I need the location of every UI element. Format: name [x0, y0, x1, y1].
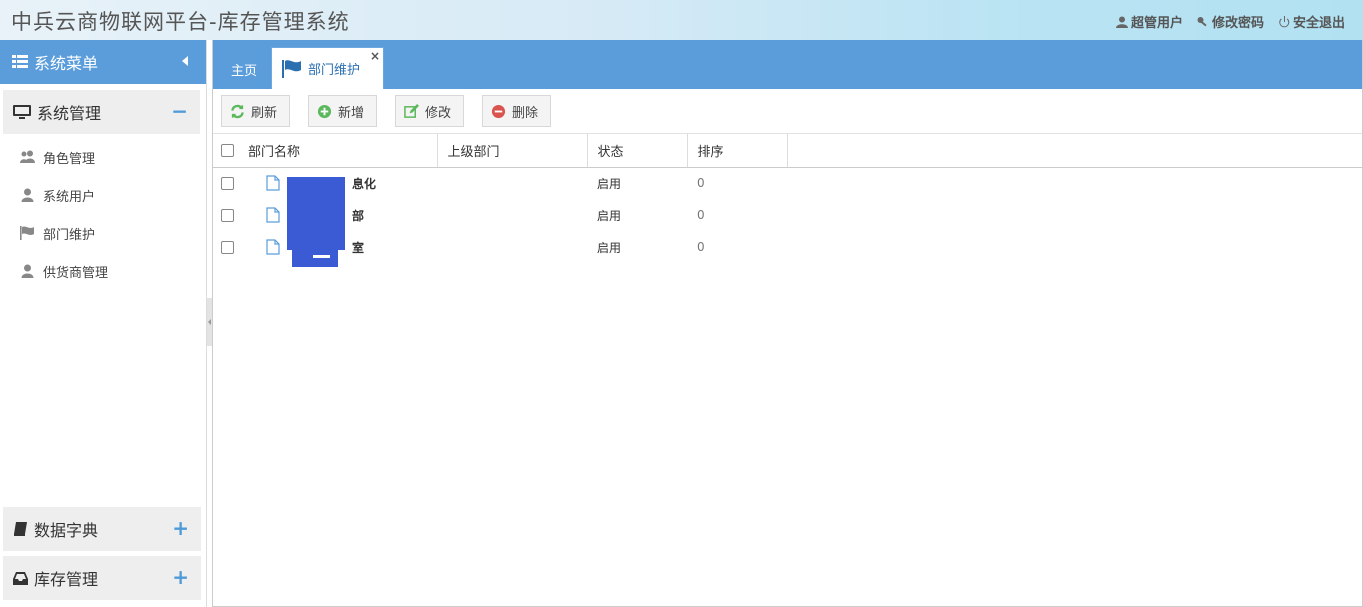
logout-label: 安全退出: [1292, 16, 1345, 31]
refresh-icon: [231, 104, 244, 118]
sidebar-item-label: 角色管理: [43, 151, 96, 167]
department-table: 部门名称 上级部门 状态 排序 息化 启用 0 部 启用 0 室 启用 0: [213, 134, 1362, 263]
filler-cell: [787, 167, 1362, 199]
toolbar: 刷新 新增 修改 删除: [213, 89, 1362, 134]
sidebar-group-system-management[interactable]: 系统管理 −: [3, 90, 200, 134]
table-header-row: 部门名称 上级部门 状态 排序: [213, 134, 1362, 168]
app-title: 中兵云商物联网平台-库存管理系统: [11, 10, 350, 34]
main-panel: 主页 部门维护 × 刷新 新增 修改 删除 部门名称 上级部门 状态 排序 息化…: [212, 40, 1363, 607]
column-header[interactable]: 状态: [587, 134, 688, 168]
status-cell: 启用: [597, 176, 622, 191]
user-menu-link[interactable]: 超管用户: [1115, 12, 1183, 31]
row-checkbox[interactable]: [221, 177, 234, 191]
sort-cell: 0: [697, 208, 705, 222]
sidebar-group-wrapper: 数据字典 +: [3, 507, 201, 551]
table-row[interactable]: 息化 启用 0: [213, 167, 1362, 199]
edit-label: 修改: [425, 105, 452, 121]
redaction-block: [287, 177, 345, 250]
sort-cell: 0: [697, 240, 705, 254]
tab-home[interactable]: 主页: [231, 60, 257, 79]
column-filler: [787, 134, 1362, 168]
sidebar-title: 系统菜单: [34, 54, 99, 73]
sidebar-header: 系统菜单: [0, 40, 206, 84]
group-label: 系统管理: [37, 104, 102, 123]
table-row[interactable]: 部 启用 0: [213, 199, 1362, 231]
redaction-mark: [313, 255, 330, 258]
monitor-icon: [13, 104, 31, 119]
filler-cell: [787, 199, 1362, 231]
refresh-button[interactable]: 刷新: [221, 95, 291, 127]
file-icon: [266, 239, 280, 255]
group-label: 库存管理: [34, 570, 99, 589]
expand-icon[interactable]: +: [172, 567, 189, 587]
change-password-link[interactable]: 修改密码: [1197, 12, 1264, 31]
expand-icon[interactable]: +: [172, 518, 189, 538]
user-icon: [21, 188, 34, 202]
sidebar: 系统菜单 系统管理 − 角色管理 系统用户 部门维护 供货商管理 数据字典 + …: [0, 40, 207, 607]
sidebar-item-label: 供货商管理: [43, 265, 109, 281]
list-icon: [12, 55, 28, 68]
sidebar-group-wrapper: 库存管理 +: [3, 556, 201, 600]
edit-icon: [404, 103, 420, 118]
file-icon: [266, 207, 280, 223]
key-icon: [1197, 16, 1207, 26]
row-select-cell: [213, 231, 238, 263]
power-icon: [1279, 15, 1290, 27]
sidebar-group-data-dictionary[interactable]: 数据字典 +: [3, 507, 201, 551]
flag-icon: [282, 59, 301, 78]
status-cell: 启用: [597, 240, 622, 255]
book-icon: [14, 522, 27, 536]
tab-department-maintenance[interactable]: 部门维护 ×: [271, 47, 384, 89]
select-all-checkbox[interactable]: [221, 143, 234, 157]
inbox-icon: [13, 571, 28, 585]
users-icon: [20, 150, 35, 163]
sidebar-item-department-maintenance[interactable]: 部门维护: [0, 214, 206, 252]
row-checkbox[interactable]: [221, 209, 234, 222]
sidebar-item-label: 部门维护: [43, 227, 96, 243]
row-checkbox[interactable]: [221, 241, 234, 254]
tab-label: 部门维护: [308, 63, 361, 78]
file-icon: [266, 175, 280, 191]
add-button[interactable]: 新增: [308, 95, 378, 127]
top-header: 中兵云商物联网平台-库存管理系统 超管用户 修改密码 安全退出: [0, 0, 1363, 40]
table-row[interactable]: 室 启用 0: [213, 231, 1362, 263]
column-header[interactable]: 上级部门: [437, 134, 588, 168]
system-management-items: 角色管理 系统用户 部门维护 供货商管理: [0, 138, 206, 290]
user-icon: [1115, 16, 1128, 28]
close-icon[interactable]: ×: [370, 49, 380, 63]
sidebar-collapse-button[interactable]: [182, 56, 188, 66]
parent-dept-cell: [437, 199, 587, 231]
status-cell: 启用: [597, 208, 622, 223]
user-icon: [21, 264, 34, 278]
logout-link[interactable]: 安全退出: [1278, 12, 1345, 31]
minus-circle-icon: [491, 104, 506, 118]
add-label: 新增: [338, 105, 365, 121]
column-header[interactable]: 部门名称: [238, 134, 438, 168]
header-links: 超管用户 修改密码 安全退出: [1115, 12, 1345, 31]
delete-label: 删除: [512, 105, 539, 121]
edit-button[interactable]: 修改: [395, 95, 465, 127]
sidebar-item-system-users[interactable]: 系统用户: [0, 176, 206, 214]
parent-dept-cell: [437, 231, 587, 263]
sidebar-item-label: 系统用户: [43, 189, 96, 205]
sort-cell: 0: [697, 176, 705, 191]
filler-cell: [787, 231, 1362, 263]
row-select-cell: [213, 199, 238, 231]
sidebar-item-role-management[interactable]: 角色管理: [0, 138, 206, 176]
delete-button[interactable]: 删除: [482, 95, 552, 127]
sidebar-group-inventory-management[interactable]: 库存管理 +: [3, 556, 201, 600]
change-password-label: 修改密码: [1211, 16, 1264, 31]
refresh-label: 刷新: [251, 105, 278, 121]
collapse-icon[interactable]: −: [171, 101, 188, 121]
select-all-cell: [213, 134, 238, 168]
user-label: 超管用户: [1130, 16, 1183, 31]
group-label: 数据字典: [34, 521, 99, 540]
flag-icon: [20, 226, 34, 240]
plus-circle-icon: [317, 104, 332, 118]
tab-bar: 主页 部门维护 ×: [213, 40, 1362, 89]
parent-dept-cell: [437, 167, 587, 199]
sidebar-item-supplier-management[interactable]: 供货商管理: [0, 252, 206, 290]
row-select-cell: [213, 167, 238, 199]
column-header[interactable]: 排序: [687, 134, 788, 168]
